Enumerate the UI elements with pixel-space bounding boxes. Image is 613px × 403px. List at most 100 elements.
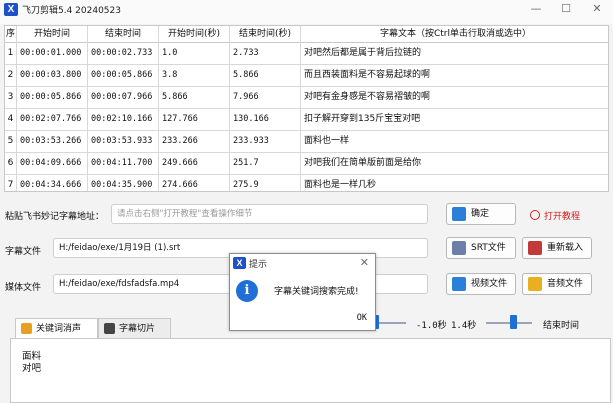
info-icon: i bbox=[236, 280, 258, 302]
confirm-button[interactable]: 确定 bbox=[446, 203, 516, 225]
row-start-time: 00:00:01.000 bbox=[17, 43, 88, 64]
row-index: 4 bbox=[5, 109, 17, 130]
srt-file-icon bbox=[452, 241, 466, 255]
row-subtitle-text: 对吧有金身感是不容易褶皱的啊 bbox=[304, 92, 431, 102]
keywords-textarea[interactable]: 面料 对吧 bbox=[10, 338, 611, 403]
dialog-ok-button[interactable]: OK bbox=[357, 313, 367, 323]
srt-file-label: SRT文件 bbox=[471, 243, 506, 253]
row-subtitle-text: 面料也是一样几秒 bbox=[304, 180, 377, 190]
row-start-seconds: 233.266 bbox=[159, 131, 230, 152]
tab-keyword-mute[interactable]: 关键词消声 bbox=[15, 318, 98, 339]
keyword-mute-icon bbox=[21, 323, 32, 334]
reload-label: 重新载入 bbox=[547, 243, 584, 253]
row-index: 6 bbox=[5, 153, 17, 174]
video-file-button[interactable]: 视频文件 bbox=[446, 273, 516, 295]
row-start-seconds: 5.866 bbox=[159, 87, 230, 108]
row-start-time: 00:04:34.666 bbox=[17, 175, 88, 191]
row-end-seconds: 275.9 bbox=[230, 175, 301, 191]
subtitle-slice-icon bbox=[104, 323, 115, 334]
table-row[interactable]: 6 00:04:09.666 00:04:11.700 249.666 251.… bbox=[5, 153, 608, 175]
row-start-seconds: 3.8 bbox=[159, 65, 230, 86]
table-row[interactable]: 5 00:03:53.266 00:03:53.933 233.266 233.… bbox=[5, 131, 608, 153]
table-row[interactable]: 7 00:04:34.666 00:04:35.900 274.666 275.… bbox=[5, 175, 608, 191]
row-subtitle-text: 而且西装面料是不容易起球的啊 bbox=[304, 70, 431, 80]
header-index[interactable]: 序 bbox=[5, 26, 17, 43]
header-start-time[interactable]: 开始时间 bbox=[17, 26, 88, 43]
tab-subtitle-slice[interactable]: 字幕切片 bbox=[98, 318, 171, 338]
row-index: 1 bbox=[5, 43, 17, 64]
open-tutorial-button[interactable]: 打开教程 bbox=[530, 209, 580, 222]
header-subtitle-text[interactable]: 字幕文本（按Ctrl单击行取消或选中） bbox=[301, 26, 608, 43]
table-row[interactable]: 4 00:02:07.766 00:02:10.166 127.766 130.… bbox=[5, 109, 608, 131]
dialog-message: 字幕关键词搜索完成! bbox=[274, 287, 359, 297]
row-end-time: 00:04:35.900 bbox=[88, 175, 159, 191]
confirm-icon bbox=[452, 207, 466, 221]
end-time-label: 结束时间 bbox=[543, 321, 580, 331]
table-row[interactable]: 3 00:00:05.866 00:00:07.966 5.866 7.966 … bbox=[5, 87, 608, 109]
header-start-seconds[interactable]: 开始时间(秒) bbox=[159, 26, 230, 43]
row-index: 3 bbox=[5, 87, 17, 108]
start-offset-value: -1.0秒 bbox=[416, 321, 447, 331]
row-start-time: 00:03:53.266 bbox=[17, 131, 88, 152]
row-subtitle-text: 面料也一样 bbox=[304, 136, 350, 146]
row-end-seconds: 7.966 bbox=[230, 87, 301, 108]
dialog-close-icon[interactable]: ✕ bbox=[360, 256, 369, 269]
row-subtitle-text: 对吧然后都是属于背后拉链的 bbox=[304, 48, 422, 58]
row-start-seconds: 127.766 bbox=[159, 109, 230, 130]
minimize-button[interactable]: — bbox=[525, 1, 547, 17]
tutorial-icon bbox=[530, 210, 540, 220]
reload-button[interactable]: 重新载入 bbox=[522, 237, 592, 259]
subtitle-table: 序 开始时间 结束时间 开始时间(秒) 结束时间(秒) 字幕文本（按Ctrl单击… bbox=[4, 25, 609, 192]
row-index: 5 bbox=[5, 131, 17, 152]
start-offset-track[interactable] bbox=[378, 322, 406, 324]
feishu-url-input[interactable]: 请点击右侧"打开教程"查看操作细节 bbox=[111, 204, 428, 224]
row-end-time: 00:00:05.866 bbox=[88, 65, 159, 86]
app-logo-icon: X bbox=[4, 3, 18, 16]
srt-file-button[interactable]: SRT文件 bbox=[446, 237, 516, 259]
row-end-time: 00:02:10.166 bbox=[88, 109, 159, 130]
row-start-seconds: 249.666 bbox=[159, 153, 230, 174]
table-row[interactable]: 1 00:00:01.000 00:00:02.733 1.0 2.733 对吧… bbox=[5, 43, 608, 65]
row-start-time: 00:02:07.766 bbox=[17, 109, 88, 130]
header-end-seconds[interactable]: 结束时间(秒) bbox=[230, 26, 301, 43]
feishu-url-label: 粘贴飞书妙记字幕地址： bbox=[5, 212, 105, 222]
title-bar: X 飞刀剪辑5.4 20240523 — ☐ ✕ bbox=[0, 0, 613, 24]
tutorial-label: 打开教程 bbox=[544, 212, 581, 222]
dialog-title: 提示 bbox=[249, 260, 268, 270]
table-header: 序 开始时间 结束时间 开始时间(秒) 结束时间(秒) 字幕文本（按Ctrl单击… bbox=[5, 26, 608, 43]
row-start-seconds: 274.666 bbox=[159, 175, 230, 191]
audio-file-label: 音频文件 bbox=[547, 279, 584, 289]
reload-icon bbox=[528, 241, 542, 255]
audio-file-button[interactable]: 音频文件 bbox=[522, 273, 592, 295]
table-row[interactable]: 2 00:00:03.800 00:00:05.866 3.8 5.866 而且… bbox=[5, 65, 608, 87]
row-start-time: 00:00:03.800 bbox=[17, 65, 88, 86]
info-dialog: X 提示 ✕ i 字幕关键词搜索完成! OK bbox=[229, 253, 376, 331]
row-subtitle-text: 扣子解开穿到135斤宝宝对吧 bbox=[304, 114, 421, 124]
close-button[interactable]: ✕ bbox=[586, 1, 608, 17]
row-start-time: 00:04:09.666 bbox=[17, 153, 88, 174]
row-end-seconds: 2.733 bbox=[230, 43, 301, 64]
end-offset-track[interactable] bbox=[486, 322, 532, 324]
row-end-time: 00:04:11.700 bbox=[88, 153, 159, 174]
row-start-time: 00:00:05.866 bbox=[17, 87, 88, 108]
header-end-time[interactable]: 结束时间 bbox=[88, 26, 159, 43]
video-file-icon bbox=[452, 277, 466, 291]
dialog-title-bar: X 提示 ✕ bbox=[230, 254, 375, 273]
row-index: 2 bbox=[5, 65, 17, 86]
maximize-button[interactable]: ☐ bbox=[555, 1, 577, 17]
tab-subtitle-slice-label: 字幕切片 bbox=[119, 324, 156, 334]
row-end-seconds: 5.866 bbox=[230, 65, 301, 86]
row-end-seconds: 251.7 bbox=[230, 153, 301, 174]
media-file-label: 媒体文件 bbox=[5, 283, 42, 293]
app-title: 飞刀剪辑5.4 20240523 bbox=[22, 6, 121, 16]
row-index: 7 bbox=[5, 175, 17, 191]
confirm-label: 确定 bbox=[471, 209, 490, 219]
end-offset-slider[interactable] bbox=[510, 315, 517, 329]
row-end-time: 00:03:53.933 bbox=[88, 131, 159, 152]
row-end-seconds: 233.933 bbox=[230, 131, 301, 152]
row-end-time: 00:00:02.733 bbox=[88, 43, 159, 64]
subtitle-file-label: 字幕文件 bbox=[5, 247, 42, 257]
end-offset-value: 1.4秒 bbox=[451, 321, 477, 331]
video-file-label: 视频文件 bbox=[471, 279, 508, 289]
tab-keyword-mute-label: 关键词消声 bbox=[36, 324, 82, 334]
